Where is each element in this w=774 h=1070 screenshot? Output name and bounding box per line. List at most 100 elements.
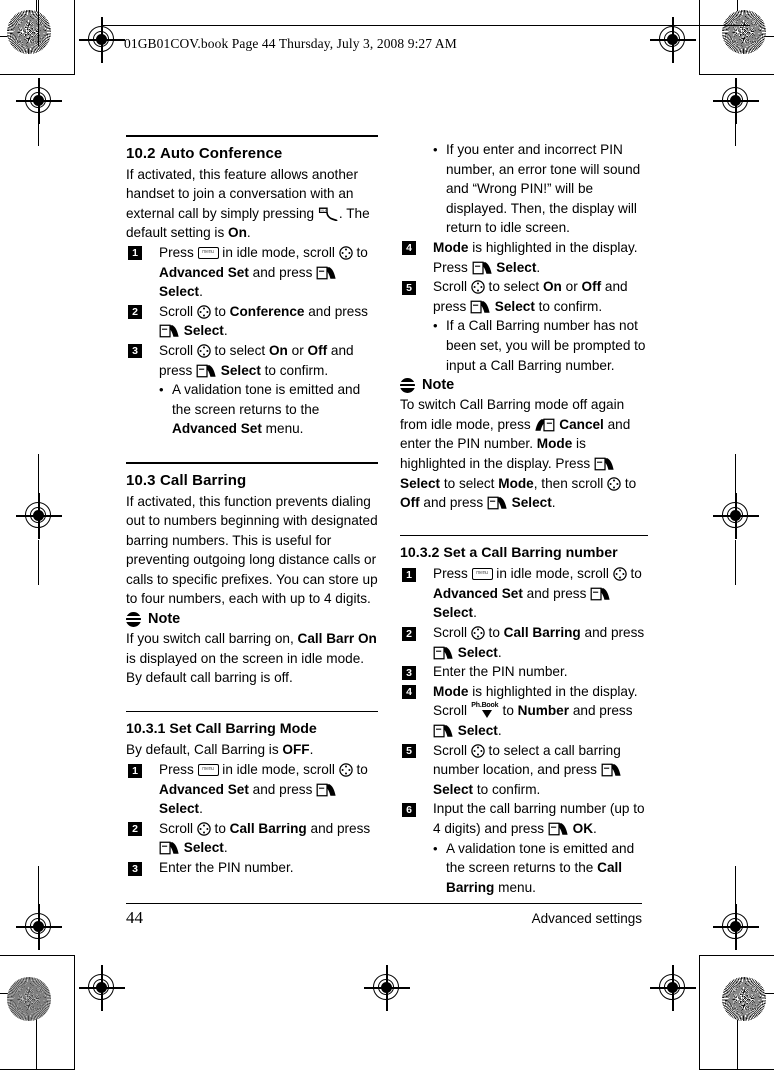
softkey-select-icon bbox=[472, 261, 493, 275]
softkey-select-icon bbox=[433, 646, 454, 660]
emphasised-term: Select bbox=[159, 801, 200, 817]
intro-10-3-1-default-value: OFF bbox=[282, 742, 310, 758]
softkey-select-icon bbox=[159, 324, 180, 338]
navigation-key-icon bbox=[471, 280, 485, 294]
step-number-badge: 3 bbox=[128, 344, 142, 359]
softkey-select-icon bbox=[487, 496, 508, 510]
emphasised-term: On bbox=[542, 279, 562, 295]
talk-key-icon: TALK bbox=[318, 207, 339, 221]
softkey-select-icon bbox=[470, 300, 491, 314]
instruction-step: 4 Mode is highlighted in the display. Pre… bbox=[400, 238, 652, 277]
emphasised-term: Cancel bbox=[555, 416, 604, 432]
instruction-step: 2 Scroll to Conference and press Select. bbox=[126, 302, 378, 341]
emphasised-term: On bbox=[268, 342, 288, 358]
emphasised-term: OK bbox=[568, 821, 594, 836]
navigation-key-icon bbox=[612, 567, 627, 582]
note-icon bbox=[126, 611, 141, 627]
navigation-key-icon bbox=[197, 822, 211, 836]
steps-10-3-2: 1 Press menu in idle mode, scroll to Adva… bbox=[400, 564, 652, 897]
fold-tick-right-bot bbox=[735, 866, 737, 906]
navigation-key-icon bbox=[197, 305, 211, 319]
density-star-mark-bottom-right bbox=[722, 977, 766, 1021]
section-divider-rule-10-3 bbox=[126, 461, 378, 464]
menu-key-icon: menu bbox=[197, 246, 219, 259]
heading-10-2: 10.2 Auto Conference bbox=[126, 144, 378, 164]
emphasised-term: Select bbox=[180, 840, 224, 856]
step-number-badge: 4 bbox=[402, 685, 416, 700]
footer-section-title: Advanced settings bbox=[531, 911, 642, 926]
step-sub-bullets: If a Call Barring number has not been se… bbox=[400, 316, 652, 375]
navigation-key-icon bbox=[338, 246, 353, 260]
instruction-step: 5 Scroll to select a call barring number … bbox=[400, 741, 652, 800]
emphasised-term: Select bbox=[454, 723, 498, 739]
note-block-10-3-1: Note bbox=[400, 375, 652, 395]
steps-continued: 4 Mode is highlighted in the display. Pre… bbox=[400, 238, 652, 375]
emphasised-term: Call Barring bbox=[503, 625, 581, 641]
emphasised-term: Conference bbox=[229, 303, 305, 319]
registration-mark-left-lower bbox=[16, 904, 62, 950]
header-rule bbox=[101, 25, 750, 27]
bullet-item: A validation tone is emitted and the scr… bbox=[400, 839, 652, 898]
fold-tick-right-mid3 bbox=[735, 540, 737, 585]
emphasised-term: Number bbox=[517, 703, 570, 719]
heading-10-3-2: 10.3.2 Set a Call Barring number bbox=[400, 545, 618, 562]
step-number-badge: 2 bbox=[402, 626, 416, 641]
navigation-key-icon bbox=[197, 344, 211, 358]
softkey-select-icon bbox=[594, 457, 615, 471]
bullet-item: If a Call Barring number has not been se… bbox=[400, 316, 652, 375]
emphasised-term: Select bbox=[433, 605, 474, 621]
svg-text:TALK: TALK bbox=[319, 208, 327, 212]
heading-10-2-number: 10.2 bbox=[126, 144, 156, 162]
step-number-badge: 1 bbox=[128, 246, 142, 261]
step-number-badge: 1 bbox=[128, 763, 142, 778]
softkey-select-icon bbox=[601, 763, 622, 777]
emphasised-term: Select bbox=[180, 323, 224, 339]
instruction-step: 1 Press menu in idle mode, scroll to Adva… bbox=[400, 564, 652, 623]
section-divider-rule bbox=[126, 135, 378, 137]
emphasised-term: Select bbox=[492, 259, 537, 275]
emphasised-term: Call Barring bbox=[446, 860, 623, 895]
note-block-10-3: Note bbox=[126, 609, 378, 629]
softkey-select-icon bbox=[548, 822, 569, 836]
instruction-step: 1 Press menu in idle mode, scroll to Adva… bbox=[126, 760, 378, 819]
intro-10-3-1: By default, Call Barring is OFF. bbox=[126, 740, 378, 760]
fold-tick-left-mid3 bbox=[38, 540, 40, 585]
header-filename-stamp: 01GB01COV.book Page 44 Thursday, July 3,… bbox=[124, 36, 457, 51]
density-star-mark-top-right bbox=[722, 10, 766, 54]
phonebook-key-label: Ph.Book bbox=[471, 702, 499, 710]
navigation-key-icon bbox=[471, 743, 485, 758]
instruction-step: 2 Scroll to Call Barring and press Select… bbox=[126, 819, 378, 858]
step-number-badge: 3 bbox=[402, 665, 416, 680]
instruction-step: 3 Enter the PIN number. bbox=[126, 858, 378, 878]
manual-page: 01GB01COV.book Page 44 Thursday, July 3,… bbox=[0, 0, 774, 1070]
softkey-select-icon bbox=[590, 587, 611, 601]
instruction-step: 2 Scroll to Call Barring and press Select… bbox=[400, 623, 652, 662]
emphasised-term: Select bbox=[217, 362, 261, 378]
emphasised-term: Select bbox=[491, 298, 535, 314]
emphasised-term: Mode bbox=[498, 475, 534, 491]
step-number-badge: 2 bbox=[128, 305, 142, 320]
emphasised-term: Mode bbox=[433, 239, 469, 255]
emphasised-term: Select bbox=[159, 284, 200, 300]
emphasised-term: Advanced Set bbox=[172, 421, 262, 437]
section-divider-rule-10-3-2 bbox=[400, 534, 648, 537]
page-number: 44 bbox=[126, 908, 143, 927]
instruction-step: 4 Mode is highlighted in the display. Scr… bbox=[400, 682, 652, 741]
instruction-step: 6 Input the call barring number (up to 4 … bbox=[400, 799, 652, 838]
heading-10-3-title: Call Barring bbox=[160, 471, 247, 489]
fold-tick-left-top bbox=[38, 0, 40, 46]
emphasised-term: Mode bbox=[536, 436, 573, 452]
registration-mark-left-middle bbox=[16, 493, 62, 539]
heading-10-3-1: 10.3.1 Set Call Barring Mode bbox=[126, 721, 317, 738]
bullet-item: A validation tone is emitted and the scr… bbox=[126, 380, 378, 439]
emphasised-term: Call Barr On bbox=[297, 631, 377, 647]
step-number-badge: 5 bbox=[402, 744, 416, 759]
registration-mark-top-right bbox=[650, 17, 696, 63]
emphasised-term: Off bbox=[581, 279, 602, 295]
softkey-select-icon bbox=[316, 783, 337, 797]
menu-key-icon: menu bbox=[197, 764, 219, 777]
step-number-badge: 3 bbox=[128, 861, 142, 876]
menu-key-icon: menu bbox=[471, 568, 493, 581]
registration-mark-right-middle bbox=[713, 493, 759, 539]
down-triangle-icon bbox=[481, 710, 492, 719]
